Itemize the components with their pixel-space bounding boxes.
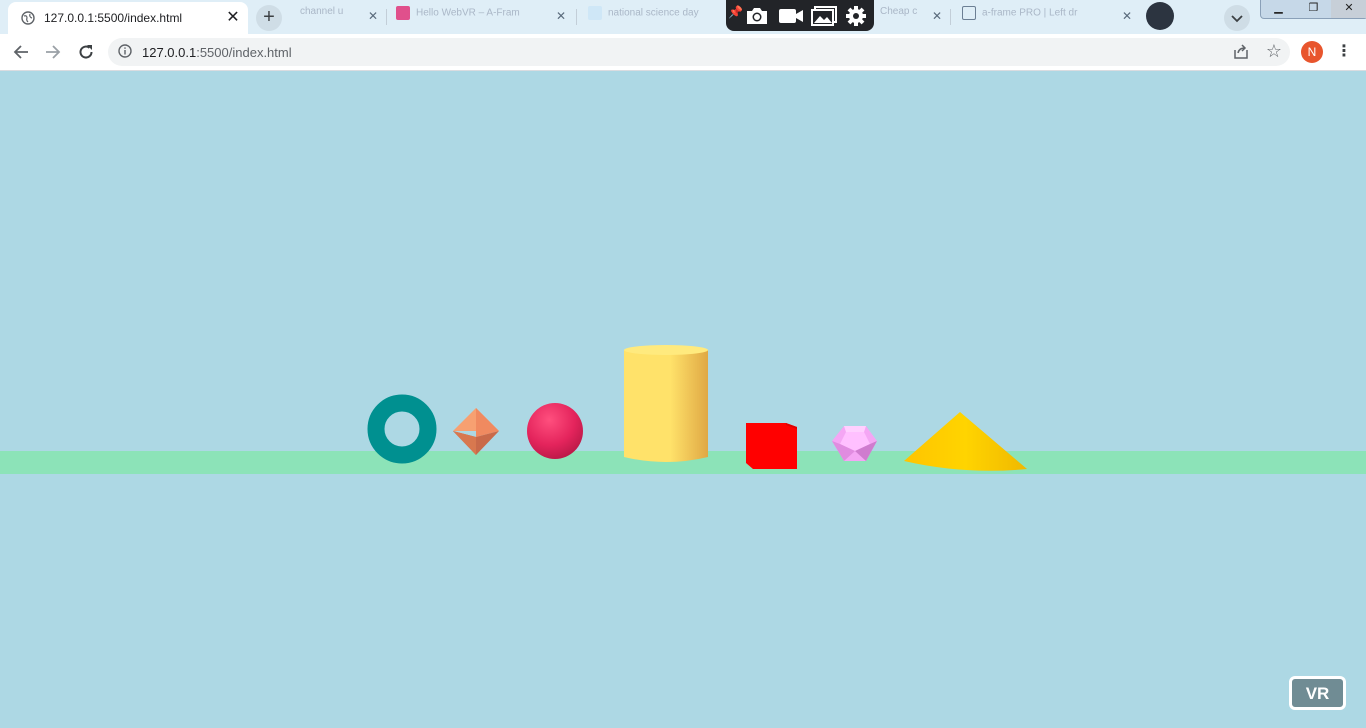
tab-strip: 127.0.0.1:5500/index.html ✕ + channel u … — [0, 0, 1366, 34]
tab-title: 127.0.0.1:5500/index.html — [44, 11, 183, 25]
background-tab[interactable]: a-frame PRO | Left dr ✕ — [962, 6, 1132, 28]
pin-icon[interactable]: 📌 — [728, 1, 743, 23]
tab-close-icon[interactable]: ✕ — [556, 9, 566, 23]
minimize-icon[interactable]: ▁ — [1261, 0, 1296, 18]
restore-icon[interactable]: ❐ — [1296, 0, 1331, 18]
cone[interactable] — [904, 412, 1027, 471]
background-tab[interactable]: channel u ✕ — [290, 6, 378, 28]
tab-close-icon[interactable]: ✕ — [932, 9, 942, 23]
octahedron[interactable] — [453, 408, 499, 455]
arrow-left-icon — [13, 45, 28, 59]
tab-close-icon[interactable]: ✕ — [225, 8, 241, 28]
tab-title: channel u — [300, 6, 344, 17]
tab-active[interactable]: 127.0.0.1:5500/index.html ✕ — [8, 2, 248, 34]
background-tab[interactable]: national science day — [588, 6, 724, 28]
vr-mode-button[interactable]: VR — [1289, 676, 1346, 710]
video-camera-icon[interactable] — [778, 7, 804, 25]
recording-indicator — [1146, 2, 1174, 30]
tab-title: Hello WebVR – A-Fram — [416, 7, 520, 19]
share-icon[interactable] — [1232, 43, 1250, 61]
forward-button[interactable] — [41, 40, 65, 64]
address-bar[interactable]: 127.0.0.1:5500/index.html ☆ — [108, 38, 1290, 66]
new-tab-button[interactable]: + — [256, 5, 282, 31]
camera-icon[interactable] — [745, 6, 769, 26]
tab-title: Cheap c — [880, 6, 918, 17]
cylinder[interactable] — [624, 345, 708, 462]
bookmark-star-icon[interactable]: ☆ — [1266, 41, 1282, 61]
close-window-icon[interactable]: ✕ — [1331, 0, 1366, 18]
tab-title: a-frame PRO | Left dr — [982, 7, 1078, 19]
globe-icon — [21, 11, 35, 25]
window-controls: ▁ ❐ ✕ — [1260, 0, 1366, 19]
tab-title: national science day — [608, 7, 699, 19]
tab-favicon-icon — [588, 6, 602, 20]
url-host: 127.0.0.1 — [142, 45, 197, 60]
info-icon[interactable] — [118, 44, 132, 58]
tab-close-icon[interactable]: ✕ — [1122, 9, 1132, 23]
more-menu-icon[interactable]: ⋮ — [1336, 42, 1352, 62]
vr-scene[interactable]: VR — [0, 71, 1366, 728]
tab-search-button[interactable] — [1224, 5, 1250, 31]
tab-close-icon[interactable]: ✕ — [368, 9, 378, 23]
gear-icon[interactable] — [845, 5, 867, 27]
chevron-down-icon — [1231, 15, 1243, 23]
reload-icon — [79, 45, 93, 59]
tab-favicon-icon — [396, 6, 410, 20]
sphere[interactable] — [527, 403, 583, 459]
background-tab[interactable]: Cheap c ✕ — [880, 6, 942, 28]
scene-canvas[interactable] — [0, 71, 1366, 728]
tab-separator — [950, 9, 951, 25]
tab-separator — [576, 9, 577, 25]
tab-favicon-icon — [962, 6, 976, 20]
browser-toolbar: 127.0.0.1:5500/index.html ☆ N ⋮ — [0, 34, 1366, 71]
reload-button[interactable] — [74, 40, 98, 64]
arrow-right-icon — [46, 45, 61, 59]
box[interactable] — [746, 423, 797, 469]
tab-separator — [386, 9, 387, 25]
screenshot-toolbar: 📌 — [726, 0, 874, 31]
torus[interactable] — [367, 394, 437, 464]
back-button[interactable] — [9, 40, 33, 64]
url-path: :5500/index.html — [196, 45, 292, 60]
url-text: 127.0.0.1:5500/index.html — [142, 45, 292, 60]
profile-avatar[interactable]: N — [1301, 41, 1323, 63]
background-tab[interactable]: Hello WebVR – A-Fram ✕ — [396, 6, 566, 28]
gallery-icon[interactable] — [811, 6, 837, 26]
